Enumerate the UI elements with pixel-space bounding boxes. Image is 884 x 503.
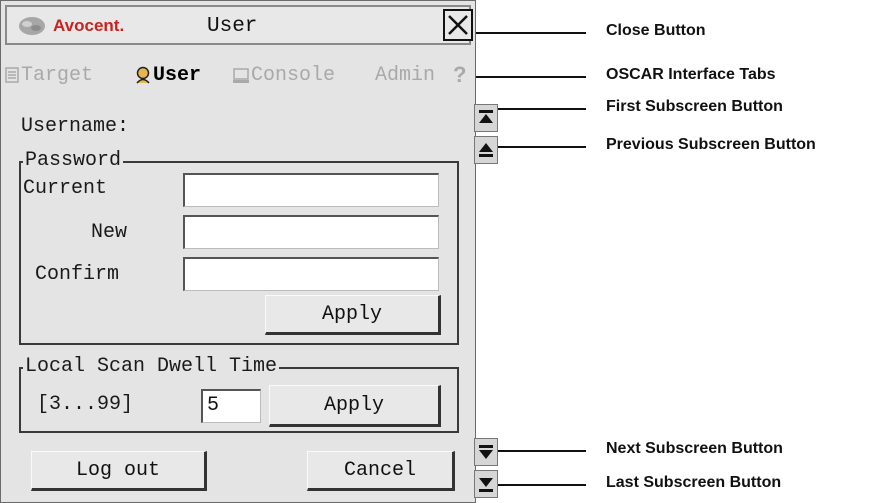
tab-admin[interactable]: Admin — [375, 57, 435, 93]
oscar-user-window: Avocent. User Target User Console Admin … — [0, 0, 476, 503]
last-subscreen-icon — [479, 478, 493, 492]
window-title: User — [207, 15, 258, 38]
user-icon — [136, 66, 150, 84]
first-callout-label: First Subscreen Button — [606, 98, 783, 115]
avocent-logo-icon — [19, 17, 45, 35]
next-subscreen-icon — [479, 445, 493, 459]
tabs-callout-label: OSCAR Interface Tabs — [606, 66, 776, 83]
dwell-time-input[interactable]: 5 — [201, 389, 261, 423]
current-password-field[interactable] — [183, 173, 439, 207]
new-password-field[interactable] — [183, 215, 439, 249]
next-subscreen-button[interactable] — [474, 438, 498, 466]
tab-target-label: Target — [21, 63, 94, 87]
tab-target[interactable]: Target — [5, 57, 93, 93]
target-list-icon — [5, 67, 19, 83]
title-bar: Avocent. User — [5, 5, 473, 45]
username-label: Username: — [21, 115, 130, 138]
tab-help[interactable]: ? — [453, 57, 466, 93]
confirm-password-field[interactable] — [183, 257, 439, 291]
new-password-label: New — [91, 221, 128, 244]
logout-button[interactable]: Log out — [31, 451, 207, 491]
tab-console[interactable]: Console — [233, 57, 335, 93]
password-apply-button[interactable]: Apply — [265, 295, 441, 335]
previous-subscreen-button[interactable] — [474, 136, 498, 164]
tabs-callout-line — [476, 76, 586, 78]
avocent-logo: Avocent. — [17, 13, 124, 39]
close-callout-label: Close Button — [606, 22, 706, 39]
dwell-time-group-title: Local Scan Dwell Time — [23, 355, 280, 378]
tab-console-label: Console — [251, 63, 336, 87]
first-callout-line — [498, 108, 586, 110]
help-icon: ? — [453, 62, 467, 87]
tab-user[interactable]: User — [135, 57, 201, 93]
last-callout-line — [498, 484, 586, 486]
close-button[interactable] — [443, 9, 473, 41]
close-icon — [448, 15, 468, 35]
first-subscreen-icon — [479, 110, 493, 123]
confirm-password-label: Confirm — [35, 263, 120, 286]
next-callout-label: Next Subscreen Button — [606, 440, 783, 457]
next-callout-line — [498, 450, 586, 452]
current-password-label: Current — [23, 177, 108, 200]
brand-name: Avocent. — [53, 16, 125, 35]
oscar-tabs: Target User Console Admin ? — [5, 57, 475, 93]
previous-callout-label: Previous Subscreen Button — [606, 136, 816, 153]
dwell-apply-button[interactable]: Apply — [269, 385, 441, 427]
tab-admin-label: Admin — [375, 63, 436, 87]
previous-subscreen-icon — [479, 143, 493, 157]
last-callout-label: Last Subscreen Button — [606, 474, 782, 491]
cancel-button[interactable]: Cancel — [307, 451, 455, 491]
close-callout-line — [476, 32, 586, 34]
password-group-title: Password — [23, 149, 124, 172]
console-icon — [233, 68, 249, 83]
tab-user-label: User — [153, 63, 202, 87]
last-subscreen-button[interactable] — [474, 470, 498, 498]
first-subscreen-button[interactable] — [474, 104, 498, 132]
previous-callout-line — [498, 146, 586, 148]
dwell-range-label: [3...99] — [37, 393, 134, 416]
